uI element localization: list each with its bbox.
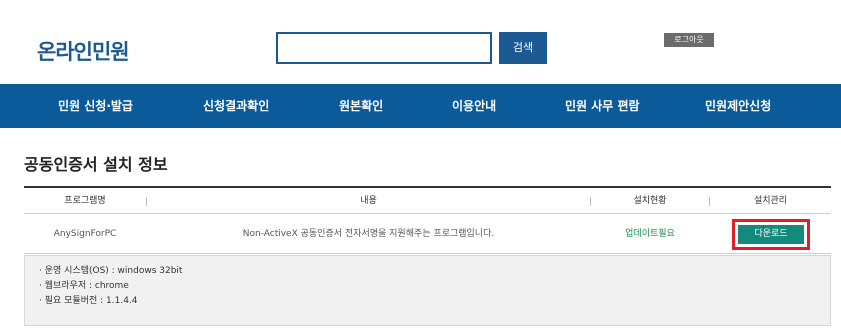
nav-item-service-manual[interactable]: 민원 사무 편람 — [565, 84, 640, 128]
nav-item-suggestion[interactable]: 민원제안신청 — [705, 84, 771, 128]
table-row: AnySignForPC Non-ActiveX 공동인증서 전자서명을 지원해… — [24, 214, 831, 254]
search-button[interactable]: 검색 — [499, 32, 547, 64]
table-header: 프로그램명 내용 설치현황 설치관리 — [24, 186, 831, 214]
info-browser: · 웹브라우저 : chrome — [39, 281, 129, 291]
program-description: Non-ActiveX 공동인증서 전자서명을 지원해주는 프로그램입니다. — [242, 229, 495, 239]
nav-item-usage-guide[interactable]: 이용안내 — [452, 84, 496, 128]
info-module-version: · 필요 모듈버전 : 1.1.4.4 — [39, 296, 138, 306]
environment-info-box: · 운영 시스템(OS) : windows 32bit · 웹브라우저 : c… — [24, 255, 831, 326]
page-title: 공동인증서 설치 정보 — [24, 155, 168, 174]
column-header-program: 프로그램명 — [64, 196, 106, 206]
column-header-description: 내용 — [360, 196, 377, 206]
download-button[interactable]: 다운로드 — [738, 225, 804, 244]
nav-item-original-check[interactable]: 원본확인 — [339, 84, 383, 128]
nav-item-result-check[interactable]: 신청결과확인 — [203, 84, 269, 128]
column-header-status: 설치현황 — [633, 196, 667, 206]
column-header-manage: 설치관리 — [753, 196, 788, 206]
program-name: AnySignForPC — [53, 229, 117, 239]
logout-button[interactable]: 로그아웃 — [664, 33, 714, 47]
site-logo[interactable]: 온라인민원 — [37, 36, 130, 66]
main-nav: 민원 신청·발급 신청결과확인 원본확인 이용안내 민원 사무 편람 민원제안신… — [0, 84, 841, 128]
download-highlight: 다운로드 — [732, 219, 810, 250]
install-info-table: 프로그램명 내용 설치현황 설치관리 AnySignForPC Non-Acti… — [24, 186, 831, 254]
search-input[interactable] — [276, 32, 492, 64]
install-status: 업데이트필요 — [625, 229, 675, 239]
info-os: · 운영 시스템(OS) : windows 32bit — [39, 266, 183, 276]
nav-item-apply-issue[interactable]: 민원 신청·발급 — [58, 84, 133, 128]
